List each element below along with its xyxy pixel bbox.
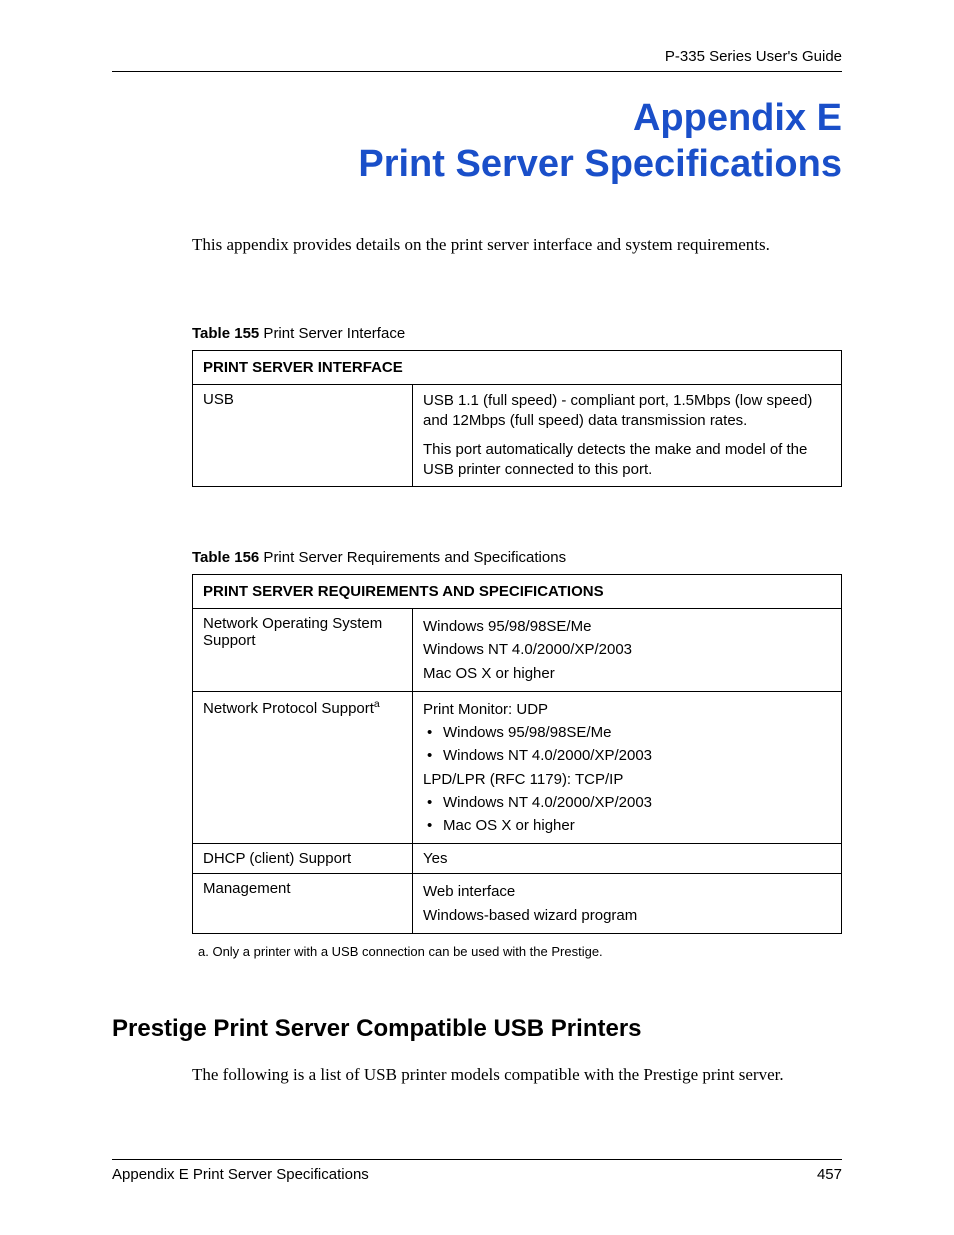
running-header: P-335 Series User's Guide bbox=[112, 48, 842, 65]
table-156-r2-intro2: LPD/LPR (RFC 1179): TCP/IP bbox=[423, 768, 831, 791]
table-156-r4-v1: Web interface bbox=[423, 880, 831, 903]
table-156-footnote: a. Only a printer with a USB connection … bbox=[198, 944, 842, 959]
footer-left: Appendix E Print Server Specifications bbox=[112, 1166, 369, 1183]
table-155-p2: This port automatically detects the make… bbox=[423, 440, 831, 481]
table-156-caption-text: Print Server Requirements and Specificat… bbox=[259, 549, 566, 566]
appendix-title-line1: Appendix E bbox=[112, 96, 842, 142]
table-156-r4-label: Management bbox=[193, 874, 413, 934]
header-rule bbox=[112, 71, 842, 72]
table-155-header: PRINT SERVER INTERFACE bbox=[193, 351, 842, 385]
table-155-p1: USB 1.1 (full speed) - compliant port, 1… bbox=[423, 391, 831, 432]
page-footer: Appendix E Print Server Specifications 4… bbox=[112, 1159, 842, 1183]
table-156: PRINT SERVER REQUIREMENTS AND SPECIFICAT… bbox=[192, 574, 842, 934]
table-155-caption-text: Print Server Interface bbox=[259, 325, 405, 342]
appendix-title: Appendix E Print Server Specifications bbox=[112, 96, 842, 187]
table-156-r2-sup: a bbox=[374, 698, 380, 710]
footer-page-number: 457 bbox=[817, 1166, 842, 1183]
table-156-r2-b3: Windows NT 4.0/2000/XP/2003 bbox=[423, 791, 831, 814]
table-156-r1-v2: Windows NT 4.0/2000/XP/2003 bbox=[423, 638, 831, 661]
table-156-r4-value: Web interface Windows-based wizard progr… bbox=[413, 874, 842, 934]
table-156-r3-value: Yes bbox=[413, 844, 842, 874]
table-156-r2-value: Print Monitor: UDP Windows 95/98/98SE/Me… bbox=[413, 691, 842, 844]
table-156-r2-label: Network Protocol Supporta bbox=[193, 691, 413, 844]
table-156-r2-b4: Mac OS X or higher bbox=[423, 814, 831, 837]
table-156-caption-number: Table 156 bbox=[192, 549, 259, 566]
footer-rule bbox=[112, 1159, 842, 1160]
appendix-title-line2: Print Server Specifications bbox=[112, 142, 842, 188]
table-156-r4-v2: Windows-based wizard program bbox=[423, 904, 831, 927]
table-156-r1-label: Network Operating System Support bbox=[193, 609, 413, 692]
table-156-r1-v3: Mac OS X or higher bbox=[423, 662, 831, 685]
table-155-row-label: USB bbox=[193, 385, 413, 487]
table-156-r1-value: Windows 95/98/98SE/Me Windows NT 4.0/200… bbox=[413, 609, 842, 692]
table-156-r2-label-text: Network Protocol Support bbox=[203, 700, 374, 717]
table-156-r1-v1: Windows 95/98/98SE/Me bbox=[423, 615, 831, 638]
table-155-row-value: USB 1.1 (full speed) - compliant port, 1… bbox=[413, 385, 842, 487]
table-156-r2-b2: Windows NT 4.0/2000/XP/2003 bbox=[423, 744, 831, 767]
table-155: PRINT SERVER INTERFACE USB USB 1.1 (full… bbox=[192, 350, 842, 487]
table-156-caption: Table 156 Print Server Requirements and … bbox=[192, 549, 842, 566]
table-155-caption-number: Table 155 bbox=[192, 325, 259, 342]
table-155-caption: Table 155 Print Server Interface bbox=[192, 325, 842, 342]
table-156-r3-label: DHCP (client) Support bbox=[193, 844, 413, 874]
table-156-r2-b1: Windows 95/98/98SE/Me bbox=[423, 721, 831, 744]
section-heading: Prestige Print Server Compatible USB Pri… bbox=[112, 1015, 842, 1043]
table-156-r2-intro1: Print Monitor: UDP bbox=[423, 698, 831, 721]
table-156-header: PRINT SERVER REQUIREMENTS AND SPECIFICAT… bbox=[193, 575, 842, 609]
section-body: The following is a list of USB printer m… bbox=[192, 1065, 842, 1085]
intro-paragraph: This appendix provides details on the pr… bbox=[192, 235, 842, 255]
